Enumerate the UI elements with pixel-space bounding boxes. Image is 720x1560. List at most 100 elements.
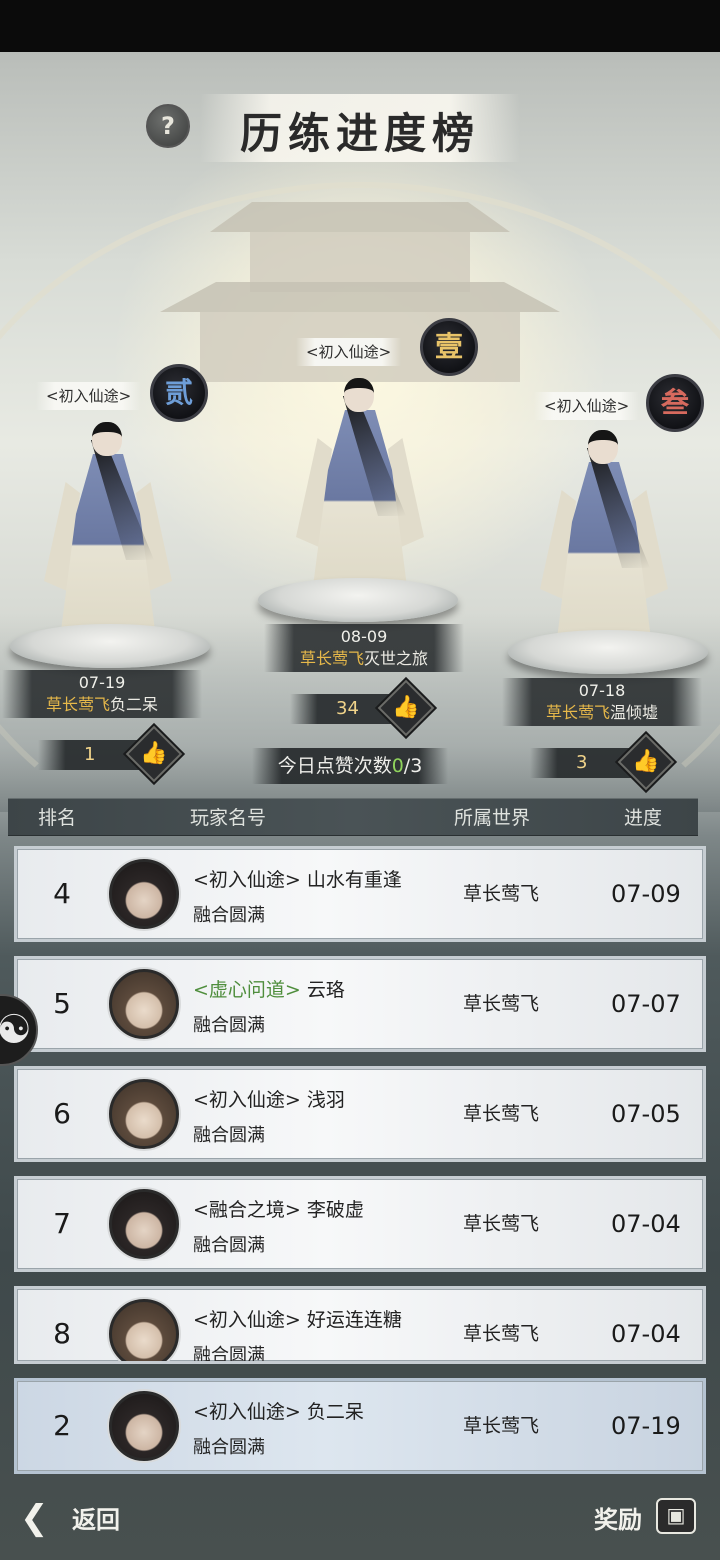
row-stage: 融合圆满 <box>193 1015 265 1036</box>
row-rank: 8 <box>53 1317 71 1350</box>
row-world: 草长莺飞 <box>463 993 540 1015</box>
avatar[interactable] <box>109 1189 179 1259</box>
table-row[interactable]: 7 <融合之境> 李破虚 融合圆满 草长莺飞 07-04 <box>14 1176 706 1272</box>
my-name: 负二呆 <box>306 1401 364 1423</box>
rank-two-seal-icon: 贰 <box>150 364 208 422</box>
header-world: 所属世界 <box>454 807 531 829</box>
table-row[interactable]: 4 <初入仙途> 山水有重逢 融合圆满 草长莺飞 07-09 <box>14 846 706 942</box>
row-name: 山水有重逢 <box>306 869 402 891</box>
row-player-name: <初入仙途> 浅羽 <box>193 1085 345 1112</box>
podium-third-info: 07-18 草长莺飞温倾墟 <box>502 678 702 726</box>
my-realm: <初入仙途> <box>193 1401 301 1423</box>
row-progress: 07-07 <box>611 990 681 1018</box>
row-realm: <初入仙途> <box>193 1089 301 1111</box>
row-world: 草长莺飞 <box>463 1213 540 1235</box>
podium-second-world: 草长莺飞 <box>45 695 110 714</box>
podium-third-player: 草长莺飞温倾墟 <box>502 702 702 724</box>
podium-third-date: 07-18 <box>578 681 626 700</box>
back-label: 返回 <box>72 1505 120 1534</box>
treasure-chest-icon: ▣ <box>656 1498 696 1534</box>
row-progress: 07-05 <box>611 1100 681 1128</box>
podium-third-realm-tag: <初入仙途> <box>534 392 640 420</box>
row-rank: 6 <box>53 1097 71 1130</box>
podium-first-pedestal <box>258 578 458 622</box>
row-world: 草长莺飞 <box>463 1323 540 1345</box>
avatar[interactable] <box>109 1391 179 1461</box>
row-player-name: <融合之境> 李破虚 <box>193 1195 364 1222</box>
row-name: 好运连连糖 <box>306 1309 402 1331</box>
row-stage: 融合圆满 <box>193 1125 265 1146</box>
podium-first-world: 草长莺飞 <box>299 649 364 668</box>
row-realm: <虚心问道> <box>193 979 301 1001</box>
table-row[interactable]: 5 <虚心问道> 云珞 融合圆满 草长莺飞 07-07 <box>14 956 706 1052</box>
podium-third-name: 温倾墟 <box>610 703 659 722</box>
status-bar <box>0 0 720 52</box>
row-player-name: <初入仙途> 山水有重逢 <box>193 865 402 892</box>
podium-third-world: 草长莺飞 <box>545 703 610 722</box>
podium-first-name: 灭世之旅 <box>364 649 429 668</box>
row-stage: 融合圆满 <box>193 1235 265 1256</box>
header-rank: 排名 <box>38 807 77 829</box>
avatar[interactable] <box>109 1299 179 1361</box>
my-rank: 2 <box>53 1409 71 1442</box>
podium-first-realm-tag: <初入仙途> <box>296 338 402 366</box>
row-realm: <融合之境> <box>193 1199 301 1221</box>
avatar[interactable] <box>109 859 179 929</box>
row-progress: 07-04 <box>611 1320 681 1348</box>
podium-first-info: 08-09 草长莺飞灭世之旅 <box>264 624 464 672</box>
row-rank: 7 <box>53 1207 71 1240</box>
thumbs-up-icon: 👍 <box>632 749 660 774</box>
likes-today-used: 0 <box>391 755 404 777</box>
row-rank: 5 <box>53 987 71 1020</box>
rank-one-seal-icon: 壹 <box>420 318 478 376</box>
thumbs-up-icon: 👍 <box>140 741 168 766</box>
podium-first-date: 08-09 <box>340 627 388 646</box>
page-title: 历练进度榜 <box>239 109 480 158</box>
row-stage: 融合圆满 <box>193 905 265 926</box>
podium-first-player: 草长莺飞灭世之旅 <box>264 648 464 670</box>
avatar[interactable] <box>109 969 179 1039</box>
likes-today-label: 今日点赞次数 <box>277 755 392 777</box>
yin-yang-icon: ☯ <box>0 1007 32 1053</box>
avatar[interactable] <box>109 1079 179 1149</box>
podium-second-player: 草长莺飞负二呆 <box>2 694 202 716</box>
row-progress: 07-04 <box>611 1210 681 1238</box>
table-row[interactable]: 8 <初入仙途> 好运连连糖 融合圆满 草长莺飞 07-04 <box>14 1286 706 1364</box>
row-realm: <初入仙途> <box>193 1309 301 1331</box>
back-arrow-icon: ❮ <box>20 1498 49 1538</box>
row-stage: 融合圆满 <box>193 1345 265 1364</box>
row-name: 云珞 <box>306 979 345 1001</box>
table-row[interactable]: 6 <初入仙途> 浅羽 融合圆满 草长莺飞 07-05 <box>14 1066 706 1162</box>
header-player: 玩家名号 <box>190 807 267 829</box>
podium-second-name: 负二呆 <box>110 695 159 714</box>
my-player-name: <初入仙途> 负二呆 <box>193 1397 364 1424</box>
row-player-name: <虚心问道> 云珞 <box>193 975 345 1002</box>
podium-second-info: 07-19 草长莺飞负二呆 <box>2 670 202 718</box>
likes-today-counter: 今日点赞次数0/3 <box>252 748 448 784</box>
row-world: 草长莺飞 <box>463 883 540 905</box>
rank-three-seal-icon: 叁 <box>646 374 704 432</box>
likes-today-total: /3 <box>403 755 423 777</box>
row-player-name: <初入仙途> 好运连连糖 <box>193 1305 402 1332</box>
help-button[interactable]: ? <box>146 104 190 148</box>
podium-second-realm-tag: <初入仙途> <box>36 382 142 410</box>
row-name: 李破虚 <box>306 1199 364 1221</box>
thumbs-up-icon: 👍 <box>392 695 420 720</box>
podium-second-pedestal <box>10 624 210 668</box>
podium-third-pedestal <box>508 630 708 674</box>
row-name: 浅羽 <box>306 1089 345 1111</box>
character-head <box>588 430 618 464</box>
reward-label: 奖励 <box>594 1505 642 1534</box>
row-rank: 4 <box>53 877 71 910</box>
row-realm: <初入仙途> <box>193 869 301 891</box>
row-world: 草长莺飞 <box>463 1103 540 1125</box>
header-progress: 进度 <box>624 807 663 829</box>
my-world: 草长莺飞 <box>463 1415 540 1437</box>
ranking-table-header: 排名 玩家名号 所属世界 进度 <box>8 798 698 836</box>
my-progress: 07-19 <box>611 1412 681 1440</box>
character-head <box>92 422 122 456</box>
podium-second-date: 07-19 <box>78 673 126 692</box>
my-rank-row[interactable]: 2 <初入仙途> 负二呆 融合圆满 草长莺飞 07-19 <box>14 1378 706 1474</box>
character-head <box>344 378 374 412</box>
question-icon: ? <box>161 112 175 140</box>
